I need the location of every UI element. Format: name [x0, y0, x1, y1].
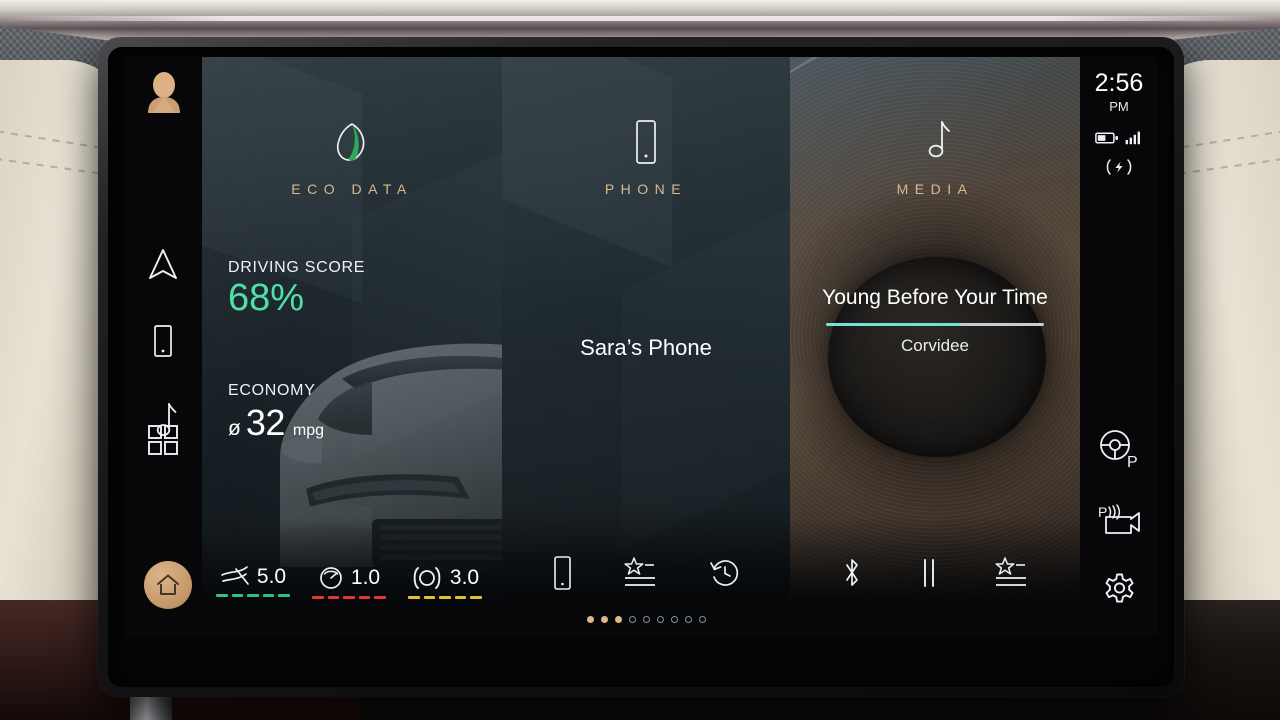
clock-time: 2:56 — [1094, 69, 1144, 97]
economy-value: 32 — [245, 402, 286, 443]
status-indicators — [1080, 130, 1158, 145]
media-panel-header: MEDIA — [790, 115, 1080, 197]
speedometer-icon — [320, 567, 342, 589]
sidebar-item-parking-sensors[interactable]: P — [1097, 503, 1141, 537]
panel-phone[interactable]: PHONE Sara’s Phone — [502, 57, 790, 637]
clock-meridiem: PM — [1109, 99, 1129, 114]
metric-speed-value: 1.0 — [350, 566, 381, 589]
track-title: Young Before Your Time — [822, 286, 1048, 309]
page-dot[interactable] — [586, 616, 594, 623]
now-playing: Young Before Your Time Corvidee — [790, 285, 1080, 356]
home-button[interactable] — [144, 561, 192, 609]
page-dot[interactable] — [684, 616, 692, 623]
park-sensor-camera-icon: P — [1098, 504, 1140, 534]
settings-gear-icon — [1105, 573, 1134, 603]
metric-speed[interactable]: 1.0 — [312, 565, 386, 599]
apps-grid-icon[interactable] — [124, 423, 202, 457]
media-panel-title: MEDIA — [896, 181, 974, 197]
eco-metrics-row: 5.0 1.0 3.0 — [216, 565, 482, 599]
track-progress-bar[interactable] — [826, 322, 1044, 326]
steering-wheel-park-icon: P — [1100, 430, 1138, 469]
economy-label: ECONOMY — [228, 382, 316, 399]
phone-panel-header: PHONE — [502, 115, 790, 197]
left-rail-nav — [124, 247, 202, 439]
eco-panel-header: ECO DATA — [202, 115, 502, 197]
media-favourites-button[interactable] — [993, 556, 1031, 590]
connected-device-name: Sara’s Phone — [580, 335, 712, 360]
metric-speed-bar — [312, 596, 386, 599]
wireless-charging-icon — [1106, 159, 1132, 175]
panel-eco-data[interactable]: ECO DATA DRIVING SCORE 68% ECONOMY ø 32 … — [202, 57, 502, 637]
right-rail-nav: P P — [1080, 427, 1158, 609]
media-pause-button[interactable] — [917, 556, 941, 590]
metric-acceleration-value: 5.0 — [256, 565, 287, 588]
metric-acceleration-bar — [216, 594, 290, 597]
chrome-highlight — [0, 16, 1280, 21]
cellular-signal-icon — [1125, 131, 1140, 145]
metric-acceleration[interactable]: 5.0 — [216, 565, 290, 599]
user-profile-icon[interactable] — [144, 71, 184, 113]
economy-block: ECONOMY ø 32 mpg — [228, 382, 324, 444]
metric-braking-value: 3.0 — [449, 566, 480, 589]
page-dot[interactable] — [656, 616, 664, 623]
battery-half-icon — [1095, 131, 1118, 144]
eco-leaf-icon — [202, 115, 502, 169]
track-artist: Corvidee — [900, 335, 970, 355]
wireless-charging-row — [1080, 157, 1158, 177]
driving-score-label: DRIVING SCORE — [228, 259, 366, 276]
panel-media[interactable]: MEDIA Young Before Your Time Corvidee — [790, 57, 1080, 637]
page-dot[interactable] — [670, 616, 678, 623]
brake-icon — [413, 567, 441, 589]
smartphone-icon — [502, 115, 790, 169]
driving-score-value: 68% — [228, 277, 305, 319]
phone-action-row — [502, 555, 790, 591]
acceleration-icon — [221, 566, 249, 585]
music-note-icon — [790, 115, 1080, 169]
phone-favourites-button[interactable] — [622, 556, 660, 590]
page-dot[interactable] — [642, 616, 650, 623]
infotainment-screen: ECO DATA DRIVING SCORE 68% ECONOMY ø 32 … — [124, 57, 1158, 637]
svg-text:P: P — [1127, 454, 1138, 469]
sidebar-item-settings[interactable] — [1100, 571, 1138, 609]
media-bluetooth-button[interactable] — [839, 555, 865, 591]
phone-panel-title: PHONE — [604, 181, 688, 197]
phone-dial-pad-button[interactable] — [550, 555, 574, 591]
page-dot[interactable] — [600, 616, 608, 623]
economy-unit: mpg — [292, 422, 324, 439]
economy-value-row: ø 32 mpg — [228, 402, 324, 444]
page-indicator-dots[interactable] — [502, 616, 790, 623]
media-action-row — [790, 555, 1080, 591]
page-dot[interactable] — [614, 616, 622, 623]
metric-braking-bar — [408, 596, 482, 599]
phone-recent-calls-button[interactable] — [708, 556, 742, 590]
page-dot[interactable] — [628, 616, 636, 623]
economy-average-symbol: ø — [228, 417, 241, 440]
eco-panel-title: ECO DATA — [291, 181, 413, 197]
home-icon — [157, 574, 179, 595]
track-progress-fill — [826, 322, 962, 326]
metric-braking[interactable]: 3.0 — [408, 565, 482, 599]
status-bar: 2:56 PM — [1080, 71, 1158, 177]
sidebar-item-phone[interactable] — [150, 323, 176, 359]
sidebar-item-navigation[interactable] — [146, 247, 180, 281]
car-dashboard: ECO DATA DRIVING SCORE 68% ECONOMY ø 32 … — [0, 0, 1280, 720]
sidebar-item-park-assist[interactable]: P — [1097, 427, 1141, 469]
driving-score-block: DRIVING SCORE 68% — [228, 259, 365, 319]
page-dot[interactable] — [698, 616, 706, 623]
